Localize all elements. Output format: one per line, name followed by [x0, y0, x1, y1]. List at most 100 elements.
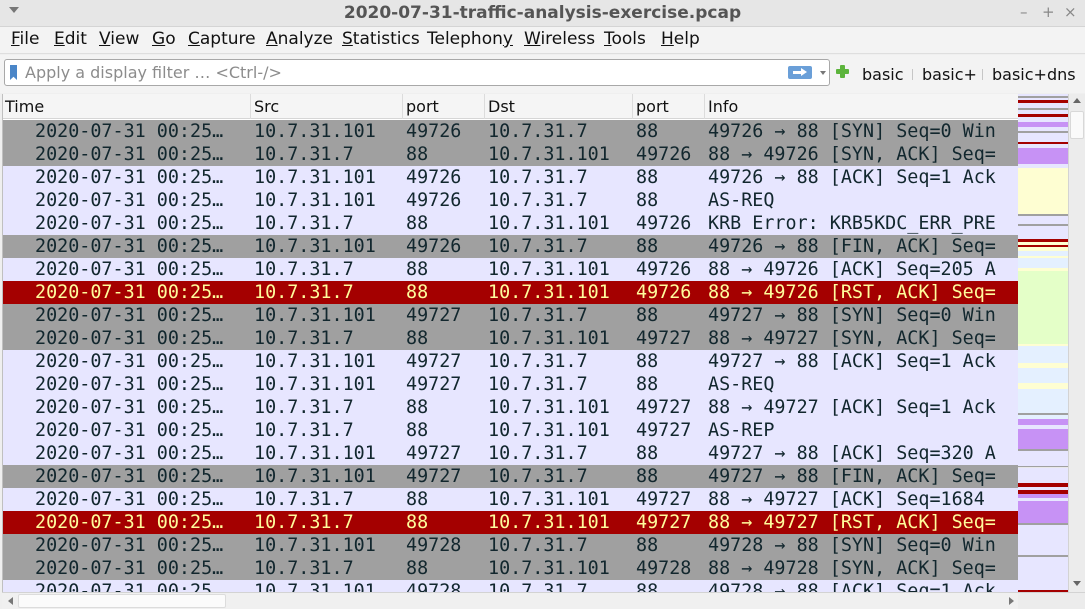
- packet-cell-info: 88 → 49727 [ACK] Seq=1684: [708, 489, 985, 510]
- menu-wireless[interactable]: Wireless: [524, 29, 595, 49]
- packet-row[interactable]: 2020-07-31 00:25… 10.7.31.7 88 10.7.31.101 4…: [3, 212, 1018, 235]
- bookmark-icon[interactable]: [10, 65, 17, 80]
- filter-button-separator: [982, 69, 983, 80]
- menu-analyze[interactable]: Analyze: [266, 29, 333, 49]
- packet-cell-sport: 88: [406, 397, 429, 418]
- packet-row[interactable]: 2020-07-31 00:25… 10.7.31.7 88 10.7.31.101 4…: [3, 143, 1018, 166]
- packet-cell-time: 2020-07-31 00:25…: [35, 167, 224, 188]
- menu-help[interactable]: Help: [661, 29, 700, 49]
- packet-row[interactable]: 2020-07-31 00:25… 10.7.31.101 49726 10.7.31…: [3, 166, 1018, 189]
- packet-cell-dport: 88: [636, 535, 659, 556]
- packet-row[interactable]: 2020-07-31 00:25… 10.7.31.7 88 10.7.31.101 4…: [3, 557, 1018, 580]
- packet-row[interactable]: 2020-07-31 00:25… 10.7.31.101 49727 10.7.31…: [3, 465, 1018, 488]
- packet-cell-dst: 10.7.31.7: [488, 305, 588, 326]
- menu-statistics[interactable]: Statistics: [342, 29, 420, 49]
- packet-list[interactable]: Time Src port Dst port Info 2020-07-31 0…: [2, 94, 1018, 592]
- packet-cell-dst: 10.7.31.7: [488, 167, 588, 188]
- packet-row[interactable]: 2020-07-31 00:25… 10.7.31.7 88 10.7.31.101 4…: [3, 488, 1018, 511]
- packet-row[interactable]: 2020-07-31 00:25… 10.7.31.7 88 10.7.31.101 4…: [3, 258, 1018, 281]
- packet-minimap[interactable]: [1018, 94, 1068, 592]
- packet-row[interactable]: 2020-07-31 00:25… 10.7.31.101 49727 10.7.31…: [3, 350, 1018, 373]
- minimap-band: [1018, 271, 1068, 344]
- scroll-right-arrow-icon[interactable]: [1009, 597, 1014, 605]
- menu-go[interactable]: Go: [152, 29, 176, 49]
- column-header-dst[interactable]: Dst: [488, 97, 515, 116]
- column-separator[interactable]: [632, 94, 633, 119]
- display-filter-input[interactable]: [25, 62, 765, 82]
- packet-cell-src: 10.7.31.7: [254, 420, 354, 441]
- packet-cell-src: 10.7.31.101: [254, 305, 376, 326]
- packet-row[interactable]: 2020-07-31 00:25… 10.7.31.7 88 10.7.31.101 4…: [3, 327, 1018, 350]
- scroll-left-arrow-icon[interactable]: [8, 597, 13, 605]
- minimap-band: [1018, 147, 1068, 164]
- vertical-scroll-thumb[interactable]: [1070, 111, 1084, 139]
- packet-cell-dst: 10.7.31.101: [488, 328, 610, 349]
- filter-button-basic-plus-dns[interactable]: basic+dns: [992, 65, 1076, 84]
- packet-cell-time: 2020-07-31 00:25…: [35, 121, 224, 142]
- minimap-band: [1018, 258, 1068, 269]
- packet-cell-time: 2020-07-31 00:25…: [35, 397, 224, 418]
- minimize-button[interactable]: –: [1020, 3, 1028, 21]
- packet-cell-dport: 49726: [636, 259, 692, 280]
- filter-button-basic-plus[interactable]: basic+: [922, 65, 977, 84]
- column-header-dst-port[interactable]: port: [636, 97, 669, 116]
- packet-row[interactable]: 2020-07-31 00:25… 10.7.31.101 49728 10.7.31…: [3, 580, 1018, 592]
- column-separator[interactable]: [704, 94, 705, 119]
- packet-cell-info: 49726 → 88 [FIN, ACK] Seq=: [708, 236, 996, 257]
- close-button[interactable]: ×: [1064, 3, 1077, 21]
- packet-cell-time: 2020-07-31 00:25…: [35, 374, 224, 395]
- packet-cell-dport: 88: [636, 190, 659, 211]
- maximize-button[interactable]: +: [1042, 3, 1055, 21]
- menu-telephony[interactable]: Telephony: [427, 29, 513, 49]
- packet-row[interactable]: 2020-07-31 00:25… 10.7.31.7 88 10.7.31.101 4…: [3, 396, 1018, 419]
- column-separator[interactable]: [250, 94, 251, 119]
- packet-cell-src: 10.7.31.7: [254, 282, 354, 303]
- packet-cell-src: 10.7.31.101: [254, 167, 376, 188]
- column-header-src[interactable]: Src: [254, 97, 279, 116]
- menu-edit[interactable]: Edit: [54, 29, 87, 49]
- packet-row[interactable]: 2020-07-31 00:25… 10.7.31.101 49726 10.7.31…: [3, 120, 1018, 143]
- filter-history-dropdown[interactable]: [820, 71, 826, 75]
- scroll-up-arrow-icon[interactable]: [1073, 98, 1081, 103]
- packet-row[interactable]: 2020-07-31 00:25… 10.7.31.101 49727 10.7.31…: [3, 442, 1018, 465]
- horizontal-scrollbar[interactable]: [2, 592, 1018, 609]
- column-header-src-port[interactable]: port: [406, 97, 439, 116]
- menu-file[interactable]: File: [11, 29, 39, 49]
- minimap-band: [1018, 167, 1068, 214]
- packet-cell-sport: 49728: [406, 535, 462, 556]
- add-filter-button-icon[interactable]: [836, 65, 849, 78]
- minimap-band: [1018, 428, 1068, 449]
- packet-cell-dst: 10.7.31.7: [488, 190, 588, 211]
- apply-filter-button[interactable]: [788, 66, 812, 79]
- packet-row[interactable]: 2020-07-31 00:25… 10.7.31.7 88 10.7.31.101 4…: [3, 511, 1018, 534]
- vertical-scrollbar[interactable]: [1068, 94, 1085, 592]
- menu-capture[interactable]: Capture: [188, 29, 256, 49]
- column-header-time[interactable]: Time: [5, 97, 44, 116]
- packet-list-header: Time Src port Dst port Info: [3, 94, 1018, 119]
- packet-cell-dst: 10.7.31.101: [488, 144, 610, 165]
- packet-row[interactable]: 2020-07-31 00:25… 10.7.31.101 49727 10.7.31…: [3, 373, 1018, 396]
- packet-row[interactable]: 2020-07-31 00:25… 10.7.31.101 49726 10.7.31…: [3, 189, 1018, 212]
- packet-cell-sport: 49728: [406, 581, 462, 592]
- menu-tools[interactable]: Tools: [604, 29, 646, 49]
- packet-cell-time: 2020-07-31 00:25…: [35, 144, 224, 165]
- packet-cell-dport: 88: [636, 236, 659, 257]
- column-separator[interactable]: [402, 94, 403, 119]
- column-separator[interactable]: [484, 94, 485, 119]
- window-title: 2020-07-31-traffic-analysis-exercise.pca…: [343, 3, 742, 23]
- packet-cell-dport: 49727: [636, 420, 692, 441]
- packet-row[interactable]: 2020-07-31 00:25… 10.7.31.7 88 10.7.31.101 4…: [3, 281, 1018, 304]
- minimap-band: [1018, 132, 1068, 142]
- horizontal-scroll-thumb[interactable]: [18, 594, 226, 608]
- menu-view[interactable]: View: [99, 29, 139, 49]
- scroll-down-arrow-icon[interactable]: [1073, 581, 1081, 586]
- packet-row[interactable]: 2020-07-31 00:25… 10.7.31.101 49727 10.7.31…: [3, 304, 1018, 327]
- column-header-info[interactable]: Info: [708, 97, 738, 116]
- packet-row[interactable]: 2020-07-31 00:25… 10.7.31.101 49726 10.7.31…: [3, 235, 1018, 258]
- packet-cell-time: 2020-07-31 00:25…: [35, 328, 224, 349]
- packet-cell-info: 88 → 49728 [SYN, ACK] Seq=: [708, 558, 996, 579]
- minimap-band: [1018, 367, 1068, 383]
- packet-row[interactable]: 2020-07-31 00:25… 10.7.31.7 88 10.7.31.101 4…: [3, 419, 1018, 442]
- filter-button-basic[interactable]: basic: [862, 65, 904, 84]
- packet-row[interactable]: 2020-07-31 00:25… 10.7.31.101 49728 10.7.31…: [3, 534, 1018, 557]
